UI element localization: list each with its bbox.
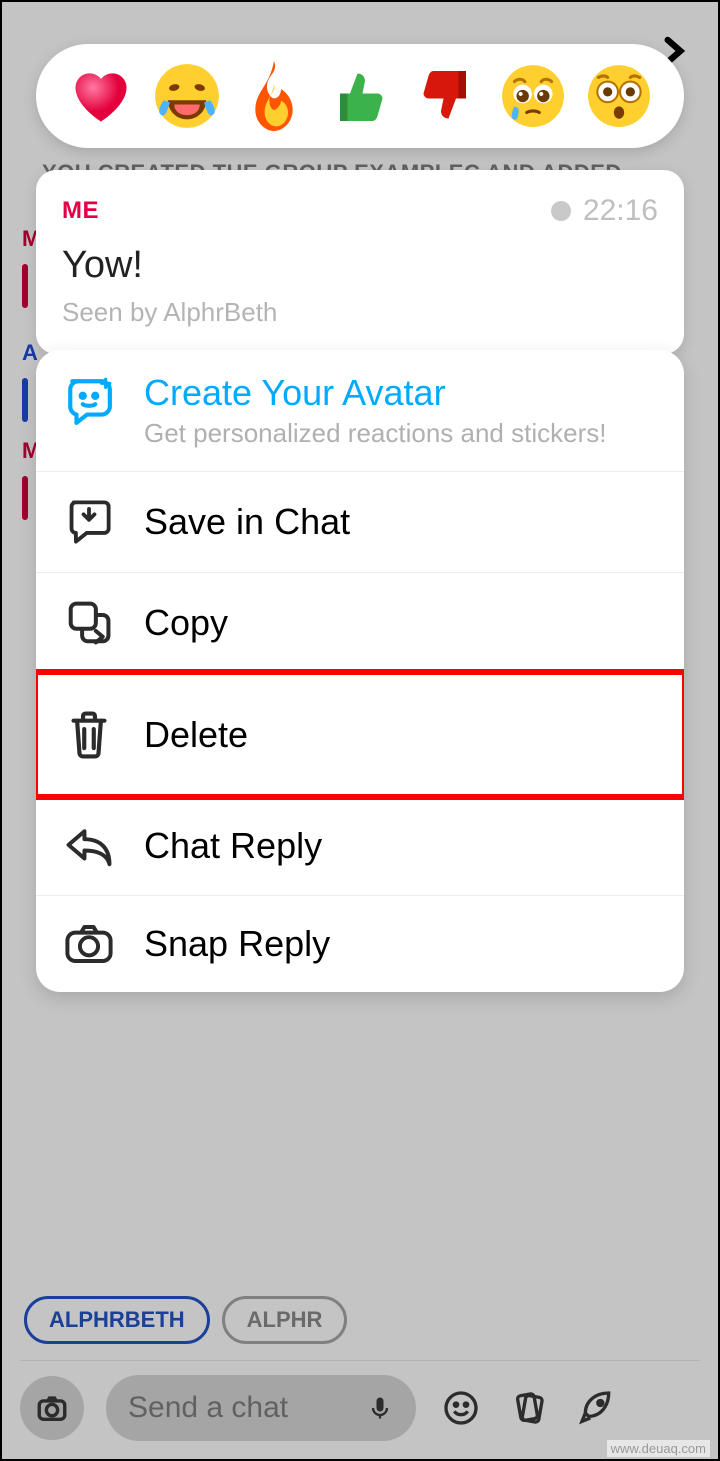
react-joy[interactable] (151, 60, 223, 132)
chat-reply-item[interactable]: Chat Reply (36, 796, 684, 895)
react-thumbs-up[interactable] (324, 60, 396, 132)
copy-item[interactable]: Copy (36, 572, 684, 673)
delete-label: Delete (144, 714, 248, 756)
reply-icon (64, 823, 114, 869)
save-in-chat-item[interactable]: Save in Chat (36, 471, 684, 572)
status-dot-icon (551, 201, 571, 221)
react-flushed[interactable] (583, 60, 655, 132)
pleading-icon (500, 63, 566, 129)
react-pleading[interactable] (497, 60, 569, 132)
react-thumbs-down[interactable] (410, 60, 482, 132)
context-menu: Create Your Avatar Get personalized reac… (36, 350, 684, 992)
heart-icon (67, 62, 135, 130)
fire-icon (244, 61, 304, 131)
snap-reply-label: Snap Reply (144, 923, 330, 965)
thumbs-up-icon (330, 64, 390, 128)
trash-icon (68, 710, 110, 760)
message-body: Yow! (62, 244, 658, 287)
seen-status: Seen by AlphrBeth (62, 297, 658, 328)
sender-label: ME (62, 197, 99, 225)
snap-reply-item[interactable]: Snap Reply (36, 895, 684, 992)
reaction-bar (36, 44, 684, 148)
app-screen: YOU CREATED THE GROUP EXAMPLEC AND ADDED… (0, 0, 720, 1461)
joy-icon (153, 62, 221, 130)
save-in-chat-label: Save in Chat (144, 501, 350, 543)
react-fire[interactable] (238, 60, 310, 132)
avatar-icon (64, 372, 114, 428)
save-chat-icon (67, 498, 111, 546)
copy-label: Copy (144, 602, 228, 644)
camera-outline-icon (64, 922, 114, 966)
chat-reply-label: Chat Reply (144, 825, 322, 867)
delete-item[interactable]: Delete (36, 673, 684, 796)
selected-message-card: ME 22:16 Yow! Seen by AlphrBeth (36, 170, 684, 354)
create-avatar-title: Create Your Avatar (144, 372, 606, 414)
create-avatar-item[interactable]: Create Your Avatar Get personalized reac… (36, 350, 684, 471)
flushed-icon (586, 63, 652, 129)
thumbs-down-icon (416, 64, 476, 128)
create-avatar-subtitle: Get personalized reactions and stickers! (144, 418, 606, 449)
watermark: www.deuaq.com (607, 1440, 710, 1457)
message-time: 22:16 (583, 194, 658, 228)
react-heart[interactable] (65, 60, 137, 132)
copy-icon (66, 599, 112, 647)
